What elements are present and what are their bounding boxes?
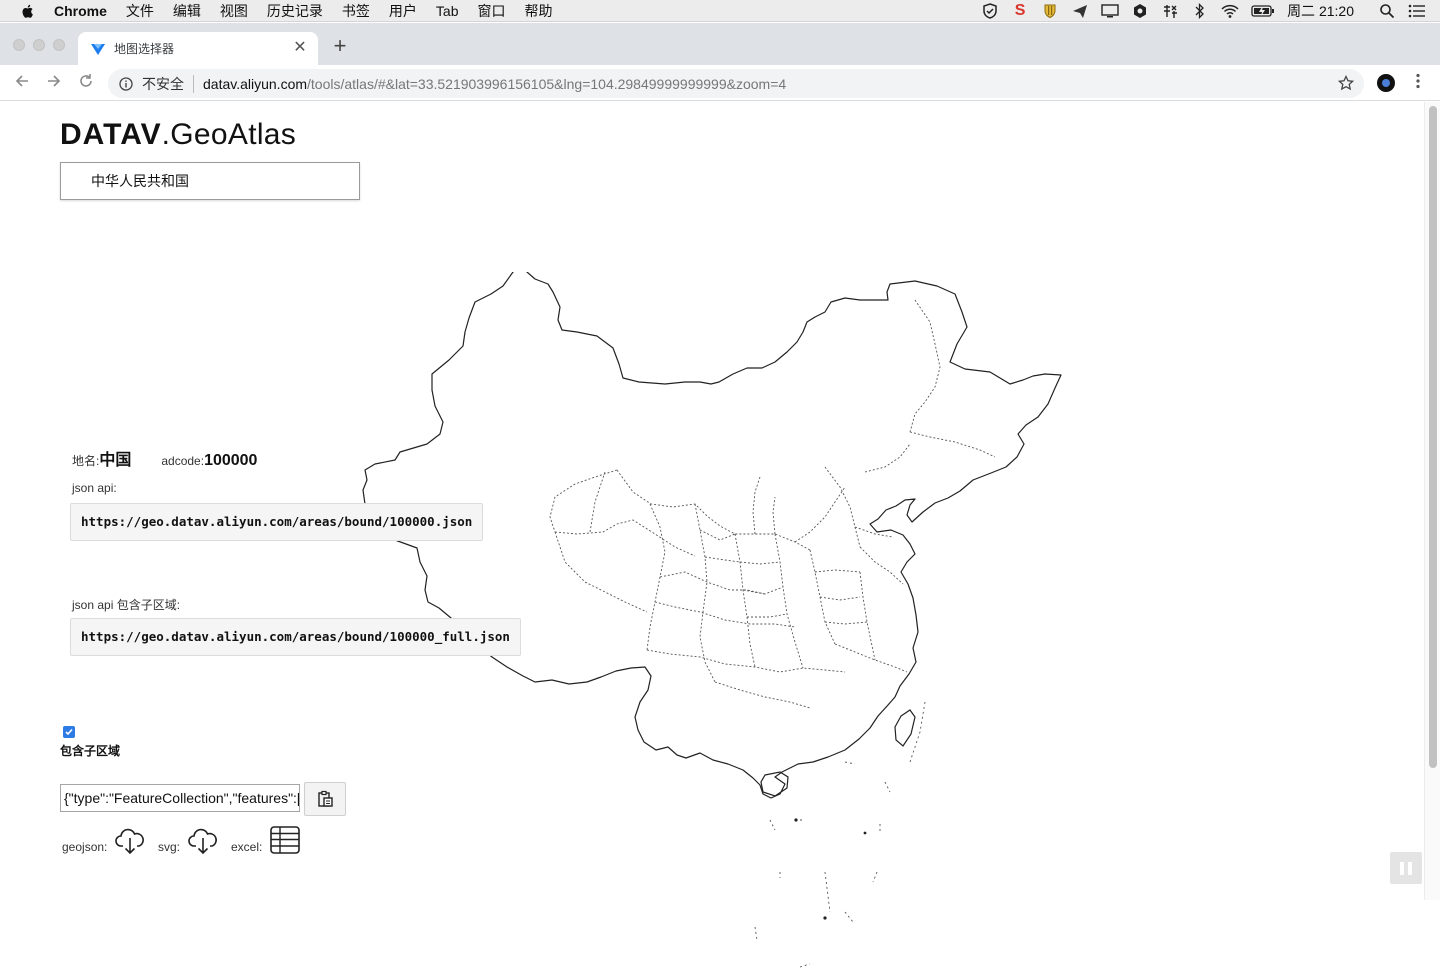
extension-icon[interactable]: [1377, 74, 1395, 92]
adcode-label: adcode:: [161, 454, 205, 468]
bookmark-star-icon[interactable]: [1338, 75, 1354, 91]
arrow-left-icon: [15, 75, 28, 87]
macos-menubar: Chrome 文件 编辑 视图 历史记录 书签 用户 Tab 窗口 帮助 S 周…: [0, 0, 1440, 22]
region-select[interactable]: 中华人民共和国: [60, 162, 360, 200]
adcode-value: 100000: [204, 452, 258, 469]
island-dots: [794, 818, 867, 920]
reload-icon: [80, 74, 92, 87]
window-zoom-button[interactable]: [53, 39, 65, 51]
json-api-full-label: json api 包含子区域:: [72, 598, 181, 612]
s-app-icon[interactable]: S: [1011, 2, 1029, 19]
menu-tab[interactable]: Tab: [436, 3, 459, 19]
menu-people[interactable]: 用户: [389, 1, 417, 21]
excel-table-icon[interactable]: [269, 824, 301, 856]
scrollbar-thumb[interactable]: [1429, 106, 1437, 768]
svg-label: svg:: [158, 840, 181, 854]
pause-button[interactable]: [1390, 852, 1422, 884]
checkmark-icon: [65, 728, 73, 736]
window-minimize-button[interactable]: [33, 39, 45, 51]
security-status[interactable]: 不安全: [142, 74, 184, 94]
excel-label: excel:: [231, 840, 263, 854]
address-bar[interactable]: 不安全 datav.aliyun.com /tools/atlas/#&lat=…: [108, 69, 1364, 98]
json-api-url[interactable]: https://geo.datav.aliyun.com/areas/bound…: [70, 503, 484, 541]
info-icon[interactable]: [119, 76, 133, 91]
include-children-checkbox[interactable]: [63, 726, 75, 738]
copy-button[interactable]: [304, 782, 346, 816]
battery-icon[interactable]: [1251, 3, 1275, 19]
back-button[interactable]: [12, 73, 32, 93]
clipboard-icon: [318, 790, 333, 807]
shield-icon[interactable]: [981, 3, 999, 19]
json-api-label: json api:: [72, 481, 117, 495]
menu-edit[interactable]: 编辑: [173, 1, 201, 21]
input-method-icon[interactable]: [1161, 3, 1179, 19]
menu-bookmarks[interactable]: 书签: [342, 1, 370, 21]
geojson-text-field[interactable]: {"type":"FeatureCollection","features":[: [60, 784, 300, 812]
hexagon-icon[interactable]: [1131, 3, 1149, 19]
logo-strong: DATAV: [60, 118, 162, 151]
include-children-label[interactable]: 包含子区域: [60, 742, 120, 759]
menu-file[interactable]: 文件: [126, 1, 154, 21]
browser-toolbar: 不安全 datav.aliyun.com /tools/atlas/#&lat=…: [0, 65, 1440, 101]
url-host: datav.aliyun.com: [203, 75, 308, 92]
address-separator: [193, 74, 194, 93]
new-tab-button[interactable]: +: [330, 35, 350, 57]
tab-strip: 地图选择器 ✕ +: [0, 23, 1440, 65]
hainan-island[interactable]: [760, 771, 789, 797]
menubar-clock[interactable]: 周二 21:20: [1287, 1, 1354, 21]
tab-title: 地图选择器: [114, 42, 175, 56]
wifi-icon[interactable]: [1221, 3, 1239, 19]
spotlight-search-icon[interactable]: [1378, 3, 1396, 19]
forward-button[interactable]: [44, 73, 64, 93]
province-borders: [549, 299, 996, 709]
status-area: S 周二 21:20: [975, 0, 1440, 22]
menu-help[interactable]: 帮助: [524, 1, 552, 21]
svg-download-cloud-icon[interactable]: [187, 824, 219, 856]
json-api-full-url[interactable]: https://geo.datav.aliyun.com/areas/bound…: [70, 618, 521, 656]
reload-button[interactable]: [76, 73, 96, 93]
tab-close-icon[interactable]: ✕: [292, 40, 308, 56]
paper-plane-icon[interactable]: [1071, 3, 1089, 19]
chrome-menu-icon[interactable]: [1410, 73, 1426, 93]
apple-icon[interactable]: [20, 3, 36, 19]
menu-window[interactable]: 窗口: [477, 1, 505, 21]
url-path: /tools/atlas/#&lat=33.521903996156105&ln…: [307, 75, 787, 92]
datav-favicon-icon: [91, 43, 105, 55]
region-info-row: 地名: 中国 adcode: 100000: [72, 446, 257, 470]
taiwan-island[interactable]: [894, 709, 916, 747]
notification-center-icon[interactable]: [1408, 3, 1426, 19]
page-scrollbar[interactable]: [1424, 102, 1440, 900]
south-china-sea-islands: [754, 701, 926, 968]
name-label: 地名:: [72, 454, 100, 468]
menu-history[interactable]: 历史记录: [267, 1, 323, 21]
name-value: 中国: [99, 452, 132, 469]
geojson-download-cloud-icon[interactable]: [114, 824, 146, 856]
page-content: DATAV.GeoAtlas 中华人民共和国 地名: 中国 adcode: 10…: [0, 102, 1424, 968]
display-icon[interactable]: [1101, 3, 1119, 19]
menu-view[interactable]: 视图: [220, 1, 248, 21]
geoatlas-logo: DATAV.GeoAtlas: [60, 118, 296, 152]
window-close-button[interactable]: [13, 39, 25, 51]
arrow-right-icon: [48, 75, 61, 87]
logo-light: .GeoAtlas: [161, 118, 297, 151]
bluetooth-icon[interactable]: [1191, 3, 1209, 19]
tab-map-selector[interactable]: 地图选择器 ✕: [78, 32, 318, 65]
shield-gold-icon[interactable]: [1041, 3, 1059, 19]
menu-app-name[interactable]: Chrome: [54, 3, 107, 19]
geojson-label: geojson:: [62, 840, 108, 854]
